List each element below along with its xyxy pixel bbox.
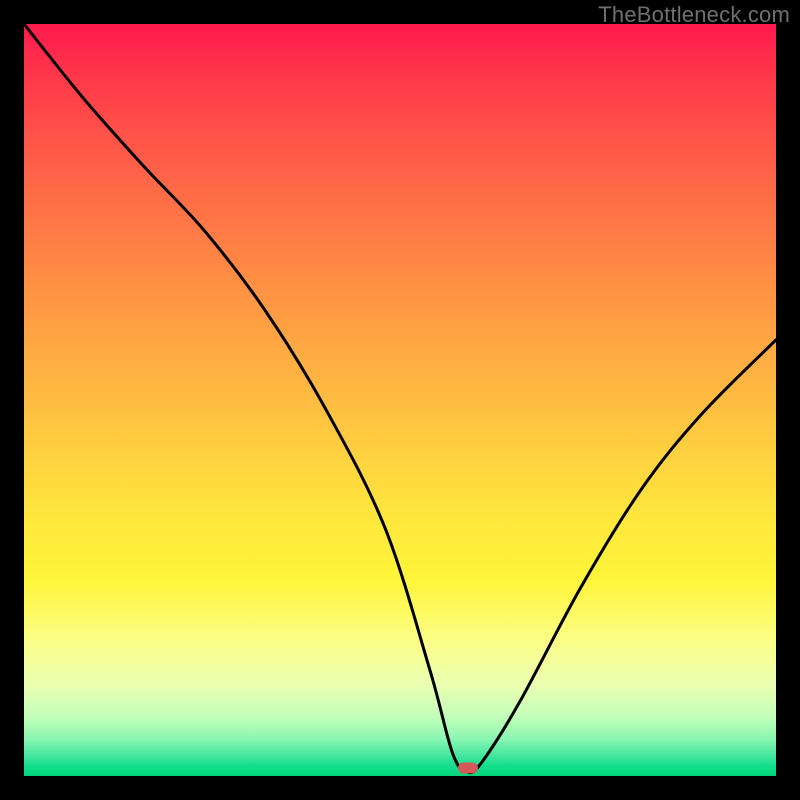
chart-frame: TheBottleneck.com <box>0 0 800 800</box>
plot-area <box>24 24 776 776</box>
optimal-marker <box>458 763 478 774</box>
bottleneck-curve <box>24 24 776 776</box>
watermark-text: TheBottleneck.com <box>598 2 790 28</box>
